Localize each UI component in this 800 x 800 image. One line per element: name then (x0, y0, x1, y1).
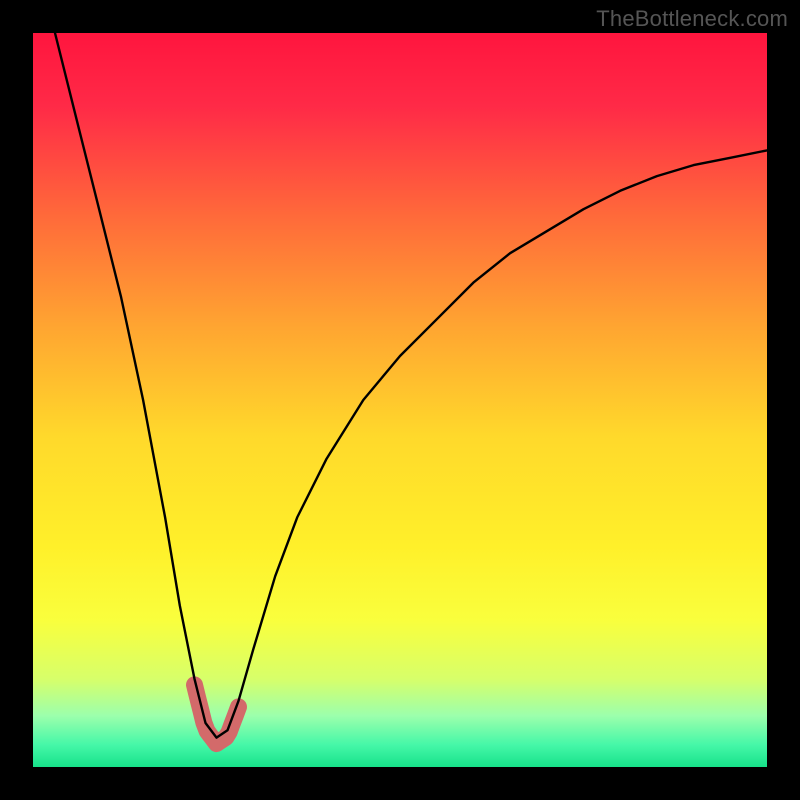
chart-svg (0, 0, 800, 800)
watermark-text: TheBottleneck.com (596, 6, 788, 32)
chart-frame: TheBottleneck.com (0, 0, 800, 800)
